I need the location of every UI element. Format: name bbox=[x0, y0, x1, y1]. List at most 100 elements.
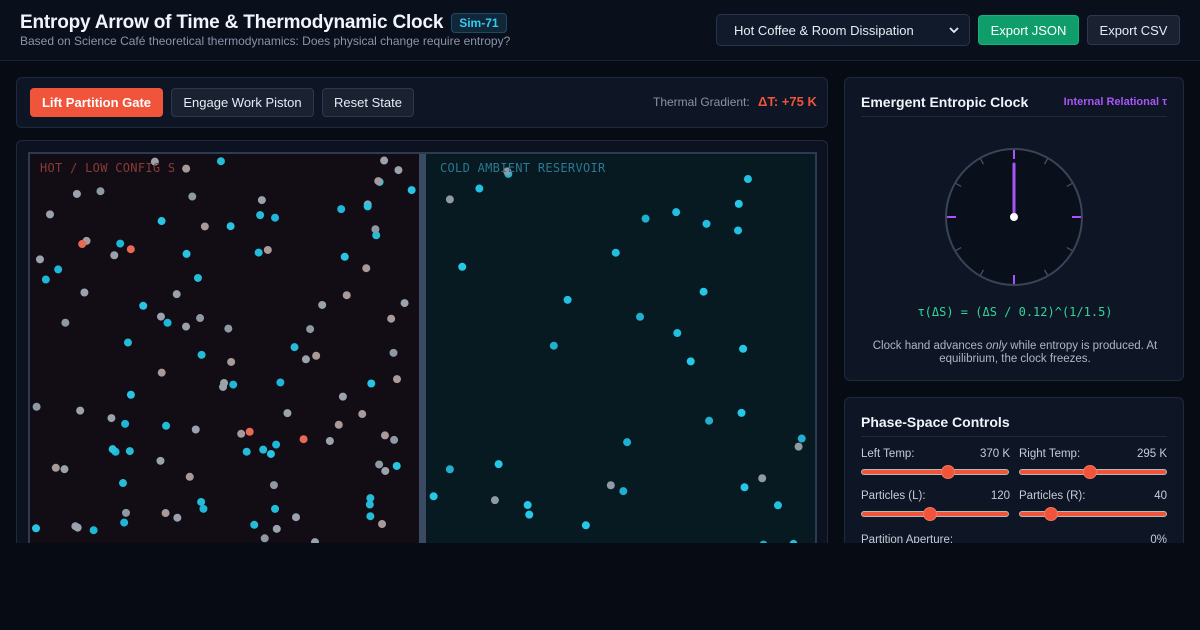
particle bbox=[272, 440, 281, 449]
particle bbox=[325, 436, 334, 445]
particles-right-slider[interactable] bbox=[1019, 507, 1167, 521]
page-subtitle: Based on Science Café theoretical thermo… bbox=[20, 34, 511, 48]
particle bbox=[672, 208, 681, 217]
particle bbox=[686, 357, 695, 366]
particle bbox=[794, 442, 803, 451]
particle bbox=[156, 312, 165, 321]
particle bbox=[363, 202, 372, 211]
slider-thumb[interactable] bbox=[1044, 507, 1058, 521]
particle bbox=[374, 177, 383, 186]
particle bbox=[257, 196, 266, 205]
particle bbox=[283, 409, 292, 418]
particle bbox=[96, 187, 105, 196]
particle bbox=[156, 456, 165, 465]
particle bbox=[318, 300, 327, 309]
particle bbox=[126, 390, 135, 399]
particle bbox=[429, 492, 438, 501]
particle bbox=[157, 368, 166, 377]
divider bbox=[861, 436, 1167, 437]
particle bbox=[337, 205, 346, 214]
particle bbox=[163, 318, 172, 327]
particle bbox=[182, 164, 191, 173]
left-temp-slider[interactable] bbox=[861, 465, 1009, 479]
particle-field bbox=[32, 156, 806, 559]
particle bbox=[242, 447, 251, 456]
particle bbox=[182, 249, 191, 258]
particle bbox=[306, 325, 315, 334]
hot-zone-label: HOT / LOW CONFIG S bbox=[40, 161, 176, 175]
particle bbox=[549, 341, 558, 350]
particle bbox=[312, 351, 321, 360]
particle bbox=[121, 508, 130, 517]
particles-right-value: 40 bbox=[1154, 490, 1167, 502]
right-temp-label: Right Temp: bbox=[1019, 448, 1081, 460]
export-csv-button[interactable]: Export CSV bbox=[1087, 15, 1180, 45]
particle bbox=[182, 322, 191, 331]
slider-thumb[interactable] bbox=[941, 465, 955, 479]
particle bbox=[366, 494, 375, 503]
particles-left-label: Particles (L): bbox=[861, 490, 926, 502]
particle bbox=[173, 513, 182, 522]
left-temp-label: Left Temp: bbox=[861, 448, 915, 460]
particle bbox=[367, 379, 376, 388]
right-temp-slider[interactable] bbox=[1019, 465, 1167, 479]
scenario-select[interactable]: Hot Coffee & Room Dissipation bbox=[716, 14, 970, 46]
export-json-button[interactable]: Export JSON bbox=[978, 15, 1079, 45]
particle bbox=[366, 512, 375, 521]
particle bbox=[394, 166, 403, 175]
particle bbox=[636, 312, 645, 321]
particle bbox=[110, 251, 119, 260]
particles-right-label: Particles (R): bbox=[1019, 490, 1086, 502]
particle bbox=[623, 438, 632, 447]
thermal-gradient-value: ΔT: +75 K bbox=[758, 94, 817, 109]
particle bbox=[89, 526, 98, 535]
particle bbox=[290, 343, 299, 352]
sim-toolbar: Lift Partition Gate Engage Work Piston R… bbox=[16, 77, 828, 128]
particles-left-slider[interactable] bbox=[861, 507, 1009, 521]
particle bbox=[523, 501, 532, 510]
particle bbox=[380, 156, 389, 165]
particle bbox=[758, 474, 767, 483]
reset-state-button[interactable]: Reset State bbox=[322, 88, 414, 117]
particle bbox=[362, 264, 371, 273]
slider-thumb[interactable] bbox=[1083, 465, 1097, 479]
particle bbox=[125, 447, 134, 456]
particle bbox=[393, 375, 402, 384]
particle bbox=[269, 481, 278, 490]
particle bbox=[739, 344, 748, 353]
particle bbox=[196, 314, 205, 323]
clock-face-icon bbox=[945, 148, 1083, 286]
clock-title: Emergent Entropic Clock bbox=[861, 94, 1029, 110]
particle bbox=[32, 402, 41, 411]
particle bbox=[458, 262, 467, 271]
slider-thumb[interactable] bbox=[923, 507, 937, 521]
particle bbox=[256, 211, 265, 220]
particle bbox=[172, 290, 181, 299]
engage-piston-button[interactable]: Engage Work Piston bbox=[171, 88, 314, 117]
particle bbox=[375, 460, 384, 469]
left-temp-value: 370 K bbox=[979, 448, 1010, 460]
particle bbox=[606, 481, 615, 490]
particle bbox=[139, 301, 148, 310]
particle bbox=[611, 248, 620, 257]
clock-note: Clock hand advances only while entropy i… bbox=[867, 340, 1163, 366]
particle bbox=[494, 460, 503, 469]
particle bbox=[199, 504, 208, 513]
particle bbox=[797, 434, 806, 443]
page-title: Entropy Arrow of Time & Thermodynamic Cl… bbox=[20, 12, 444, 33]
particle bbox=[301, 355, 310, 364]
particle bbox=[737, 408, 746, 417]
particle bbox=[118, 479, 127, 488]
particle bbox=[229, 380, 238, 389]
particle bbox=[197, 497, 206, 506]
scenario-select-value: Hot Coffee & Room Dissipation bbox=[734, 22, 914, 38]
lift-partition-button[interactable]: Lift Partition Gate bbox=[30, 88, 163, 117]
particle bbox=[581, 521, 590, 530]
particle bbox=[107, 414, 116, 423]
particle bbox=[224, 324, 233, 333]
particle-chamber[interactable]: HOT / LOW CONFIG S COLD AMBIENT RESERVOI… bbox=[28, 152, 817, 559]
particle bbox=[525, 510, 534, 519]
particle bbox=[619, 487, 628, 496]
particle bbox=[120, 518, 129, 527]
particle bbox=[157, 217, 166, 226]
